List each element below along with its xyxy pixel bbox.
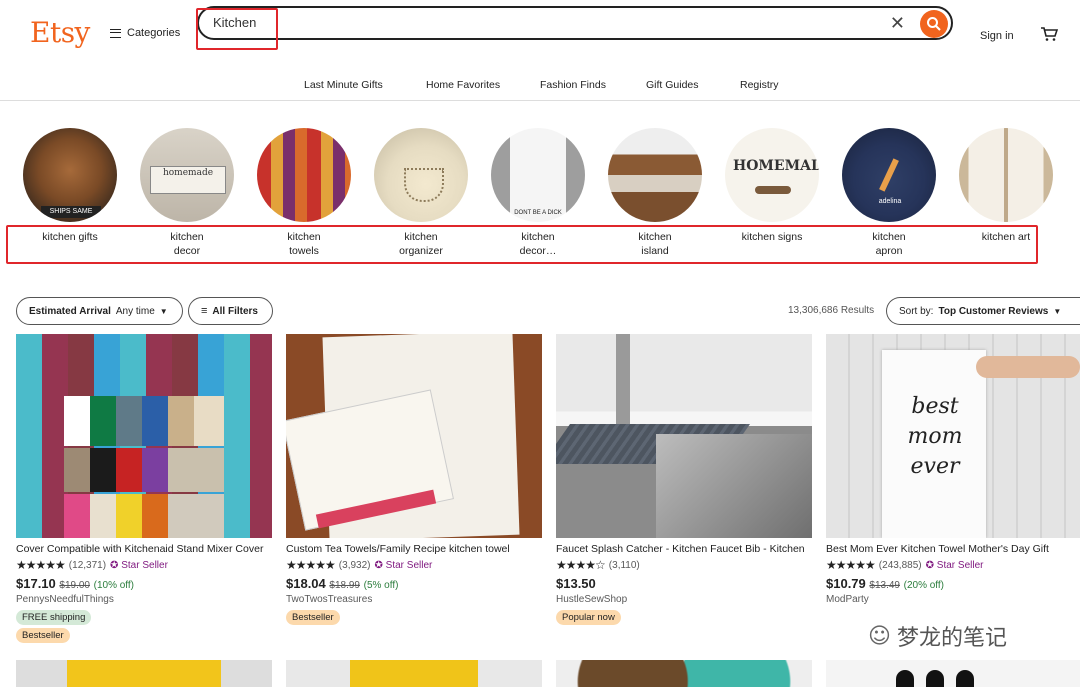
related-image: SHIPS SAME [23, 128, 117, 222]
listing-image[interactable]: best mom ever [826, 334, 1080, 538]
shop-name[interactable]: PennysNeedfulThings [16, 594, 272, 605]
popular-now-badge: Popular now [556, 610, 621, 625]
related-image: adelina [842, 128, 936, 222]
related-image: DONT BE A DICK [491, 128, 585, 222]
shop-name[interactable]: ModParty [826, 594, 1080, 605]
listing-price: $10.79 $13.49 (20% off) [826, 576, 944, 591]
listing-rating: ★★★★☆ (3,110) [556, 558, 812, 572]
listing-image-partial[interactable] [16, 660, 272, 687]
categories-label: Categories [127, 27, 181, 39]
shop-name[interactable]: TwoTwosTreasures [286, 594, 542, 605]
chevron-down-icon: ▼ [1053, 306, 1062, 316]
listing-image-partial[interactable] [286, 660, 542, 687]
nav-gift-guides[interactable]: Gift Guides [646, 79, 699, 91]
nav-fashion-finds[interactable]: Fashion Finds [540, 79, 606, 91]
listing-image[interactable] [286, 334, 542, 538]
star-seller-badge: ✪ Star Seller [374, 559, 433, 571]
listing-title[interactable]: Faucet Splash Catcher - Kitchen Faucet B… [556, 543, 812, 555]
listing-rating: ★★★★★ (3,932) ✪ Star Seller [286, 558, 542, 572]
related-image [608, 128, 702, 222]
all-filters-button[interactable]: ≡ All Filters [188, 297, 273, 325]
watermark-text: 梦龙的笔记 [896, 626, 1007, 651]
arrival-value: Any time [115, 305, 155, 317]
star-rating-icon: ★★★★★ [16, 558, 66, 572]
sort-value: Top Customer Reviews [938, 305, 1049, 317]
listing-card[interactable]: Faucet Splash Catcher - Kitchen Faucet B… [556, 334, 812, 625]
listing-rating: ★★★★★ (243,885) ✪ Star Seller [826, 558, 1080, 572]
listing-image[interactable] [16, 334, 272, 538]
listing-card[interactable]: Cover Compatible with Kitchenaid Stand M… [16, 334, 272, 643]
listing-price: $13.50 [556, 576, 596, 591]
cart-icon[interactable] [1040, 26, 1059, 47]
star-seller-badge: ✪ Star Seller [925, 559, 984, 571]
etsy-logo[interactable]: Etsy [30, 16, 90, 49]
listing-price: $17.10 $19.00 (10% off) [16, 576, 134, 591]
review-count: (3,110) [608, 559, 640, 571]
related-image [257, 128, 351, 222]
arrival-label: Estimated Arrival [29, 305, 111, 317]
bestseller-badge: Bestseller [16, 628, 70, 643]
search-bar[interactable]: Kitchen ✕ [197, 6, 953, 40]
related-image [374, 128, 468, 222]
listing-image[interactable] [556, 334, 812, 538]
listing-image-partial[interactable] [556, 660, 812, 687]
listing-title[interactable]: Custom Tea Towels/Family Recipe kitchen … [286, 543, 542, 555]
shop-name[interactable]: HustleSewShop [556, 594, 812, 605]
listing-title[interactable]: Cover Compatible with Kitchenaid Stand M… [16, 543, 272, 555]
bestseller-badge: Bestseller [286, 610, 340, 625]
menu-icon [110, 28, 121, 38]
watermark: ☺ 梦龙的笔记 [868, 620, 1007, 652]
search-highlight-box [196, 8, 278, 50]
chevron-down-icon: ▼ [159, 306, 168, 316]
listing-price: $18.04 $18.99 (5% off) [286, 576, 399, 591]
categories-button[interactable]: Categories [110, 27, 180, 39]
sign-in-link[interactable]: Sign in [980, 30, 1014, 42]
review-count: (243,885) [878, 559, 922, 571]
results-count: 13,306,686 Results [788, 305, 875, 316]
sort-label: Sort by: [899, 305, 934, 317]
star-rating-icon: ★★★★★ [826, 558, 876, 572]
all-filters-label: All Filters [212, 305, 258, 317]
related-labels-highlight-box [6, 225, 1038, 264]
listing-image-partial[interactable] [826, 660, 1080, 687]
nav-home-favorites[interactable]: Home Favorites [426, 79, 500, 91]
header: Etsy Categories Kitchen ✕ Sign in [0, 0, 1080, 70]
star-rating-icon: ★★★★★ [286, 558, 336, 572]
related-image: homemade [140, 128, 234, 222]
top-nav: Last Minute Gifts Home Favorites Fashion… [0, 70, 1080, 101]
sort-dropdown[interactable]: Sort by: Top Customer Reviews ▼ [886, 297, 1080, 325]
listing-card[interactable]: Custom Tea Towels/Family Recipe kitchen … [286, 334, 542, 625]
related-image: HOMEMADE [725, 128, 819, 222]
nav-last-minute-gifts[interactable]: Last Minute Gifts [304, 79, 383, 91]
wechat-icon: ☺ [868, 623, 891, 649]
listing-title[interactable]: Best Mom Ever Kitchen Towel Mother's Day… [826, 543, 1080, 555]
listing-rating: ★★★★★ (12,371) ✪ Star Seller [16, 558, 272, 572]
listing-card[interactable]: best mom ever Best Mom Ever Kitchen Towel … [826, 334, 1080, 605]
review-count: (3,932) [338, 559, 371, 571]
estimated-arrival-filter[interactable]: Estimated Arrival Any time ▼ [16, 297, 183, 325]
nav-registry[interactable]: Registry [740, 79, 779, 91]
filter-sliders-icon: ≡ [201, 305, 208, 317]
related-image [959, 128, 1053, 222]
star-seller-badge: ✪ Star Seller [110, 559, 168, 571]
free-shipping-badge: FREE shipping [16, 610, 92, 625]
search-button[interactable] [920, 10, 948, 38]
search-icon [927, 17, 941, 31]
star-rating-icon: ★★★★☆ [556, 558, 606, 572]
review-count: (12,371) [68, 559, 107, 571]
clear-icon[interactable]: ✕ [890, 13, 905, 34]
